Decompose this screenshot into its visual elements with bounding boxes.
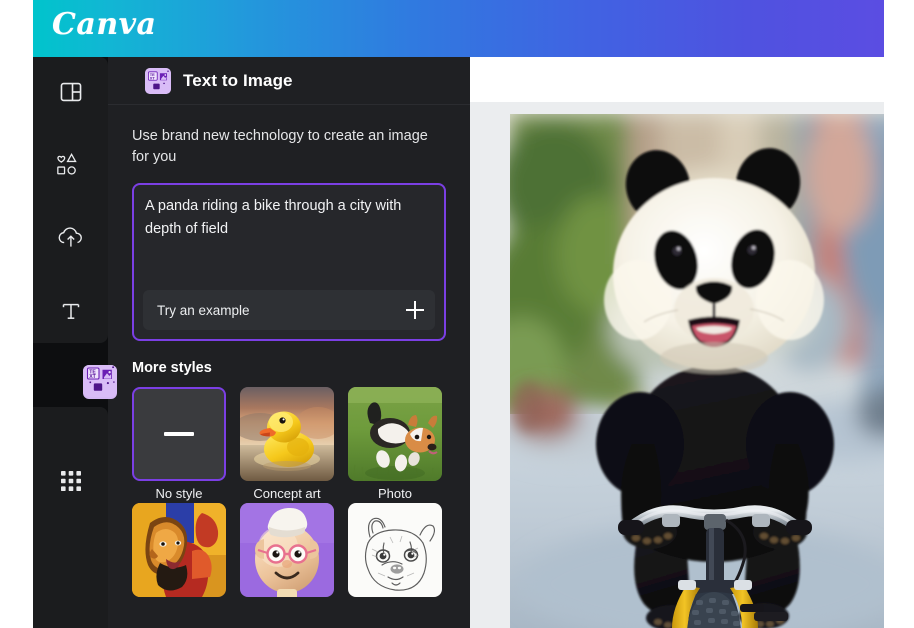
try-an-example-button[interactable]: Try an example <box>143 290 435 330</box>
top-brand-bar: Canva <box>33 0 884 57</box>
style-option-pencil-sketch[interactable] <box>348 503 442 602</box>
style-thumbnail-pencil-sketch[interactable] <box>348 503 442 597</box>
dash-icon <box>164 432 194 436</box>
text-to-image-app-icon: TE XT <box>83 365 117 399</box>
generated-panda-bike-image[interactable] <box>510 114 884 628</box>
sidebar-item-text[interactable] <box>33 278 108 344</box>
sidebar-item-text-to-image[interactable]: TE XT <box>83 365 117 399</box>
style-option-concept-art[interactable]: Concept art <box>240 387 334 501</box>
style-option-no-style[interactable]: No style <box>132 387 226 501</box>
svg-text:XT: XT <box>150 75 156 80</box>
text-to-image-app-icon: TE XT <box>145 67 171 94</box>
style-option-3d-character[interactable] <box>240 503 334 602</box>
style-option-portrait-painting[interactable] <box>132 503 226 602</box>
style-thumbnail-portrait-painting[interactable] <box>132 503 226 597</box>
more-styles-heading: More styles <box>132 360 212 376</box>
portrait-painting-thumbnail-image <box>132 503 226 597</box>
3d-character-thumbnail-image <box>240 503 334 597</box>
style-label: Photo <box>378 486 412 501</box>
canva-app-window: Canva TE XT TE XT Text to Image Use bran… <box>33 0 884 628</box>
editor-area <box>470 57 884 628</box>
panda-bike-illustration <box>510 114 884 628</box>
sidebar-item-uploads[interactable] <box>33 205 108 271</box>
duck-thumbnail-image <box>240 387 334 481</box>
panel-body: Use brand new technology to create an im… <box>108 106 470 628</box>
text-to-image-panel: TE XT Text to Image Use brand new techno… <box>108 57 470 628</box>
canvas-area[interactable] <box>470 102 884 628</box>
rail-group-secondary <box>33 407 108 628</box>
plus-icon[interactable] <box>406 301 424 319</box>
page-title: Text to Image <box>183 70 293 90</box>
pencil-sketch-thumbnail-image <box>348 503 442 597</box>
svg-text:XT: XT <box>89 374 96 380</box>
style-thumbnail-concept-art[interactable] <box>240 387 334 481</box>
try-an-example-label: Try an example <box>157 302 250 318</box>
left-icon-rail <box>33 57 108 628</box>
style-option-photo[interactable]: Photo <box>348 387 442 501</box>
style-thumbnail-3d-character[interactable] <box>240 503 334 597</box>
canva-logo[interactable]: Canva <box>52 7 157 42</box>
style-label: No style <box>155 486 203 501</box>
prompt-input-box[interactable]: A panda riding a bike through a city wit… <box>132 183 446 341</box>
shapes-icon <box>56 152 85 178</box>
sidebar-item-design[interactable] <box>33 59 108 125</box>
prompt-input[interactable]: A panda riding a bike through a city wit… <box>145 195 433 241</box>
style-thumbnail-no-style[interactable] <box>132 387 226 481</box>
text-t-icon <box>59 299 83 323</box>
styles-grid: No style Concept art Photo <box>132 387 446 602</box>
apps-grid-icon <box>60 470 82 492</box>
layout-icon <box>58 79 84 105</box>
style-thumbnail-photo[interactable] <box>348 387 442 481</box>
sidebar-item-apps[interactable] <box>33 448 108 514</box>
style-label: Concept art <box>253 486 321 501</box>
panel-header: TE XT Text to Image <box>108 57 470 105</box>
cloud-upload-icon <box>57 225 85 251</box>
sidebar-item-elements[interactable] <box>33 132 108 198</box>
panel-description: Use brand new technology to create an im… <box>132 128 428 165</box>
corgi-thumbnail-image <box>348 387 442 481</box>
